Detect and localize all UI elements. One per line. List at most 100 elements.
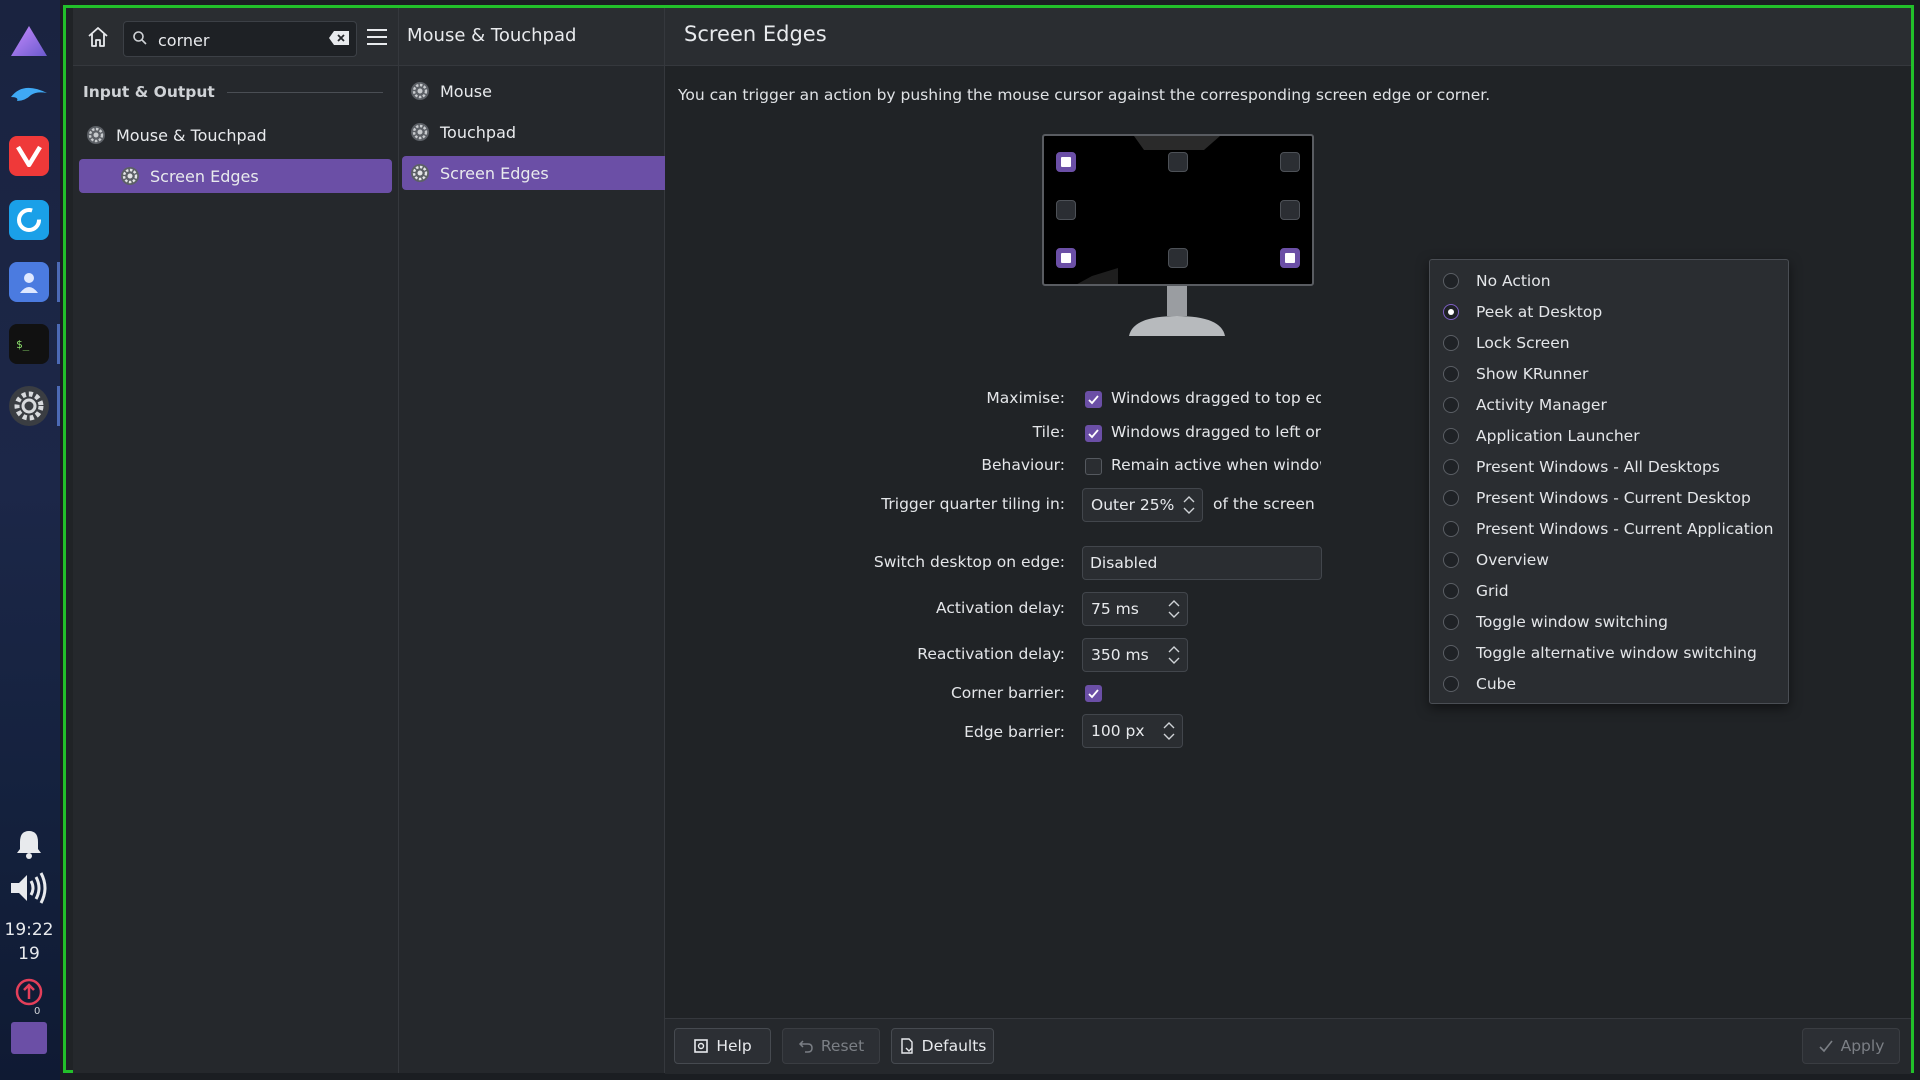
- clear-search-icon[interactable]: [328, 30, 350, 46]
- reset-button[interactable]: Reset: [782, 1028, 880, 1064]
- sidebar-item-screen-edges[interactable]: Screen Edges: [79, 159, 392, 193]
- activation-delay-spinbox[interactable]: 75 ms: [1082, 592, 1188, 626]
- search-icon: [133, 31, 147, 45]
- gear-icon: [411, 123, 429, 141]
- radio-button: [1443, 551, 1459, 568]
- edge-bottom-right[interactable]: [1280, 248, 1300, 268]
- radio-button: [1443, 675, 1459, 692]
- maximise-checkbox[interactable]: [1085, 391, 1102, 408]
- menu-option-toggle-alternative-window-switching[interactable]: Toggle alternative window switching: [1430, 637, 1788, 668]
- radio-button: [1443, 582, 1459, 599]
- svg-text:$_: $_: [16, 338, 30, 351]
- radio-button: [1443, 427, 1459, 444]
- bell-icon[interactable]: [9, 824, 49, 864]
- contacts-icon[interactable]: [9, 262, 49, 302]
- vivaldi-icon[interactable]: [9, 136, 49, 176]
- menu-option-present-windows-all-desktops[interactable]: Present Windows - All Desktops: [1430, 451, 1788, 482]
- radio-button-selected: [1443, 303, 1459, 320]
- sidebar: Input & Output Mouse & Touchpad Screen E…: [73, 8, 399, 1073]
- radio-button: [1443, 644, 1459, 661]
- sidebar-item-label: Screen Edges: [150, 166, 259, 186]
- subpanel-header: Mouse & Touchpad: [399, 8, 664, 66]
- clock[interactable]: 19:22 19: [0, 918, 58, 966]
- sidebar-item-mouse-touchpad[interactable]: Mouse & Touchpad: [81, 118, 397, 152]
- menu-option-show-krunner[interactable]: Show KRunner: [1430, 358, 1788, 389]
- subpanel-item-label: Screen Edges: [440, 163, 549, 183]
- menu-option-no-action[interactable]: No Action: [1430, 265, 1788, 296]
- gear-icon: [121, 167, 139, 185]
- tile-checkbox[interactable]: [1085, 425, 1102, 442]
- settings-icon[interactable]: [9, 386, 49, 426]
- edge-top[interactable]: [1168, 152, 1188, 172]
- undo-icon: [798, 1040, 813, 1053]
- update-icon[interactable]: [9, 972, 49, 1012]
- search-input[interactable]: [156, 22, 320, 58]
- group-title: Input & Output: [83, 83, 215, 101]
- edge-bottom-left[interactable]: [1056, 248, 1076, 268]
- hamburger-menu-icon[interactable]: [365, 26, 389, 48]
- volume-icon[interactable]: [9, 868, 49, 908]
- terminal-icon[interactable]: $_: [9, 324, 49, 364]
- menu-option-application-launcher[interactable]: Application Launcher: [1430, 420, 1788, 451]
- behaviour-checkbox[interactable]: [1085, 458, 1102, 475]
- sync-icon[interactable]: [9, 200, 49, 240]
- help-button[interactable]: Help: [674, 1028, 771, 1064]
- apply-button[interactable]: Apply: [1802, 1028, 1900, 1064]
- subpanel-title: Mouse & Touchpad: [407, 25, 577, 46]
- clock-date: 19: [18, 944, 40, 964]
- menu-option-lock-screen[interactable]: Lock Screen: [1430, 327, 1788, 358]
- behaviour-label: Behaviour:: [981, 456, 1065, 474]
- taskbar: $_ 19:22 19 0: [0, 0, 60, 1080]
- radio-button: [1443, 613, 1459, 630]
- radio-button: [1443, 272, 1459, 289]
- dolphin-icon[interactable]: [9, 74, 49, 114]
- gear-icon: [411, 164, 429, 182]
- activation-delay-label: Activation delay:: [936, 599, 1065, 617]
- reactivation-delay-spinbox[interactable]: 350 ms: [1082, 638, 1188, 672]
- document-revert-icon: [900, 1038, 913, 1054]
- corner-barrier-checkbox[interactable]: [1085, 685, 1102, 702]
- home-icon[interactable]: [85, 24, 111, 50]
- edge-barrier-label: Edge barrier:: [964, 723, 1065, 741]
- tile-label: Tile:: [1032, 423, 1065, 441]
- spin-arrows-icon: [1163, 722, 1175, 740]
- subpanel-item-mouse[interactable]: Mouse: [409, 74, 659, 108]
- edge-top-right[interactable]: [1280, 152, 1300, 172]
- launcher-icon[interactable]: [9, 22, 49, 62]
- maximise-text: Windows dragged to top edge: [1111, 389, 1321, 407]
- maximise-label: Maximise:: [986, 389, 1065, 407]
- spin-arrows-icon: [1183, 496, 1195, 514]
- subpanel-item-touchpad[interactable]: Touchpad: [409, 115, 659, 149]
- help-icon: [694, 1039, 709, 1053]
- edge-barrier-spinbox[interactable]: 100 px: [1082, 714, 1183, 748]
- menu-option-grid[interactable]: Grid: [1430, 575, 1788, 606]
- menu-option-present-windows-current-application[interactable]: Present Windows - Current Application: [1430, 513, 1788, 544]
- menu-option-present-windows-current-desktop[interactable]: Present Windows - Current Desktop: [1430, 482, 1788, 513]
- edge-top-left[interactable]: [1056, 152, 1076, 172]
- spin-arrows-icon: [1168, 600, 1180, 618]
- search-field[interactable]: [123, 21, 357, 58]
- edge-action-menu: No Action Peek at Desktop Lock Screen Sh…: [1429, 259, 1789, 704]
- menu-option-cube[interactable]: Cube: [1430, 668, 1788, 699]
- main-header: Screen Edges: [665, 8, 1911, 66]
- quarter-tiling-spinbox[interactable]: Outer 25%: [1082, 488, 1203, 522]
- switch-desktop-combobox[interactable]: Disabled: [1082, 546, 1322, 580]
- menu-option-activity-manager[interactable]: Activity Manager: [1430, 389, 1788, 420]
- defaults-button[interactable]: Defaults: [891, 1028, 994, 1064]
- gear-icon: [411, 82, 429, 100]
- sidebar-item-label: Mouse & Touchpad: [116, 125, 267, 145]
- menu-option-peek-at-desktop[interactable]: Peek at Desktop: [1430, 296, 1788, 327]
- edge-right[interactable]: [1280, 200, 1300, 220]
- menu-option-overview[interactable]: Overview: [1430, 544, 1788, 575]
- page-description: You can trigger an action by pushing the…: [678, 86, 1491, 104]
- check-icon: [1819, 1040, 1833, 1053]
- reactivation-delay-label: Reactivation delay:: [917, 645, 1065, 663]
- subpanel-item-label: Mouse: [440, 81, 492, 101]
- subcategory-panel: Mouse & Touchpad Mouse Touchpad Screen E…: [399, 8, 718, 1073]
- show-desktop-icon[interactable]: [11, 1022, 47, 1054]
- quarter-tiling-label: Trigger quarter tiling in:: [881, 495, 1065, 513]
- edge-bottom[interactable]: [1168, 248, 1188, 268]
- edge-left[interactable]: [1056, 200, 1076, 220]
- monitor-stand: [1129, 286, 1225, 336]
- menu-option-toggle-window-switching[interactable]: Toggle window switching: [1430, 606, 1788, 637]
